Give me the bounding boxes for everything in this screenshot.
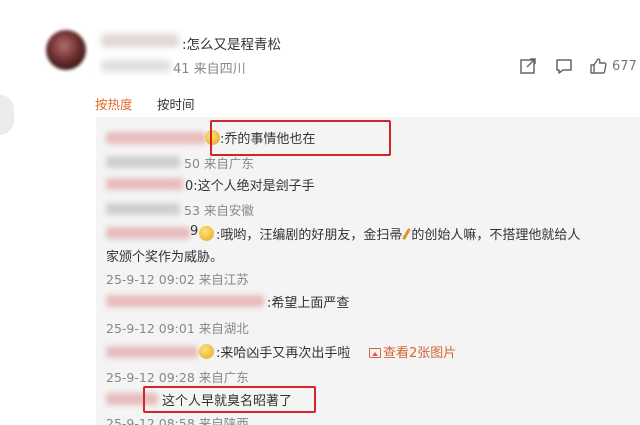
tab-sort-by-hot[interactable]: 按热度 (95, 94, 133, 113)
like-icon[interactable] (586, 54, 610, 78)
side-panel-edge (0, 95, 14, 135)
image-icon (369, 348, 381, 358)
highlight-box (143, 386, 316, 413)
reply-text: 0:这个人绝对是刽子手 (185, 179, 315, 194)
reply-username-blurred[interactable] (106, 346, 198, 358)
comment-icon[interactable] (552, 54, 576, 78)
reply-time-blurred (106, 203, 180, 215)
reply-username-blurred[interactable] (106, 227, 190, 239)
broom-icon (402, 228, 412, 240)
comment-time-blurred (101, 60, 171, 72)
avatar[interactable] (46, 30, 86, 70)
badge-icon (199, 344, 214, 359)
reply-text: :希望上面严查 (267, 296, 350, 311)
like-count: 677 (612, 59, 637, 74)
reply-username-blurred[interactable] (106, 178, 183, 190)
reply-text-part: 9 (190, 224, 199, 239)
reply-meta: 25-9-12 09:02 来自江苏 (106, 272, 249, 287)
reply-text-line2: 家颁个奖作为威胁。 (106, 250, 224, 265)
view-images-link[interactable]: 查看2张图片 (369, 342, 456, 361)
highlight-box (210, 120, 391, 156)
reply-text-part: :哦哟，汪编剧的好朋友，金扫帚 的创始人嘛，不搭理他就给人 (216, 228, 581, 243)
replies-panel: :乔的事情他也在 50 来自广东 0:这个人绝对是刽子手 53 来自安徽 9 :… (96, 117, 640, 425)
reply-time-blurred (106, 156, 180, 168)
reply-meta: 25-9-12 09:01 来自湖北 (106, 321, 249, 336)
comment-text: :怎么又是程青松 (182, 37, 282, 53)
reply-meta: 25-9-12 09:28 来自广东 (106, 370, 249, 385)
reply-meta: 53 来自安徽 (184, 203, 254, 218)
username-blurred[interactable] (101, 34, 179, 47)
badge-icon (199, 226, 214, 241)
share-icon[interactable] (516, 54, 540, 78)
reply-username-blurred[interactable] (106, 132, 206, 144)
tab-sort-by-time[interactable]: 按时间 (157, 94, 195, 113)
reply-meta: 25-9-12 08:58 来自陕西 (106, 416, 249, 425)
reply-username-blurred[interactable] (106, 295, 264, 307)
reply-text: :来哈凶手又再次出手啦 (216, 346, 351, 361)
comment-meta: 41 来自四川 (173, 62, 246, 77)
